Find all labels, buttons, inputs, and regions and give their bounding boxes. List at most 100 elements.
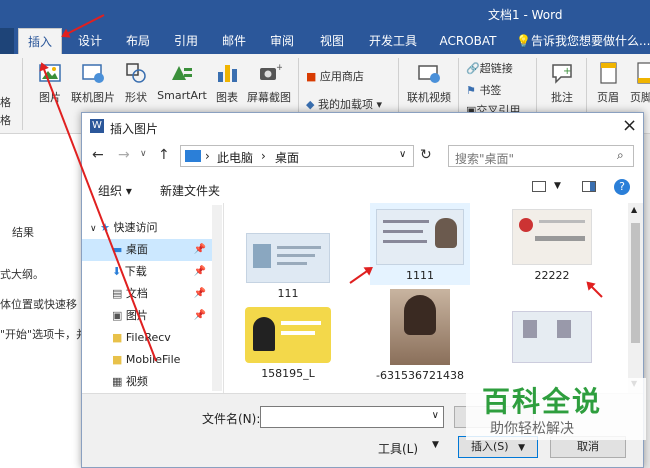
nav-desktop[interactable]: ▬ 桌面 📌 bbox=[82, 239, 212, 261]
tab-file-partial[interactable] bbox=[0, 28, 14, 54]
insert-dropdown-icon[interactable]: ▼ bbox=[518, 443, 525, 453]
shapes-button[interactable]: 形状 bbox=[118, 60, 154, 105]
forward-arrow-icon[interactable]: → bbox=[118, 147, 130, 163]
text-line-shape bbox=[277, 254, 315, 257]
hyperlink-button[interactable]: 🔗超链接 bbox=[466, 60, 513, 76]
hyperlink-label: 超链接 bbox=[479, 62, 513, 75]
up-arrow-icon[interactable]: ↑ bbox=[158, 147, 170, 163]
window-title: 文档1 - Word bbox=[488, 8, 563, 22]
online-picture-label: 联机图片 bbox=[71, 91, 115, 104]
file-item[interactable]: 158195_L bbox=[238, 301, 338, 391]
tab-insert[interactable]: 插入 bbox=[18, 28, 62, 54]
nav-downloads[interactable]: ⬇ 下载 📌 bbox=[82, 261, 212, 283]
search-placeholder: 搜索"桌面" bbox=[455, 152, 515, 166]
document-text-line: 体位置或快速移 bbox=[0, 298, 77, 311]
footer-label: 页脚 bbox=[630, 91, 650, 104]
header-button[interactable]: 页眉 bbox=[590, 60, 626, 105]
svg-text:+: + bbox=[563, 66, 571, 77]
tab-mailings[interactable]: 邮件 bbox=[214, 28, 254, 54]
portrait-shape bbox=[404, 295, 436, 335]
bookmark-button[interactable]: ⚑ 书签 bbox=[466, 82, 501, 98]
tools-menu[interactable]: 工具(L) bbox=[378, 440, 418, 457]
document-text-line: 式大纲。 bbox=[0, 268, 44, 281]
preview-pane-icon[interactable] bbox=[582, 181, 596, 192]
word-icon: W bbox=[90, 119, 104, 133]
file-thumbnail bbox=[390, 289, 450, 365]
nav-mobilefile[interactable]: ■ MobileFile bbox=[82, 349, 212, 371]
pin-icon[interactable]: 📌 bbox=[194, 239, 206, 261]
navigation-pane: ∨ ★ 快速访问 ▬ 桌面 📌 ⬇ 下载 📌 ▤ 文档 📌 ▣ 图片 📌 ■ F… bbox=[82, 203, 224, 393]
watermark-title: 百科全说 bbox=[482, 385, 603, 418]
filename-chevron-down-icon[interactable]: ∨ bbox=[432, 410, 439, 421]
nav-documents[interactable]: ▤ 文档 📌 bbox=[82, 283, 212, 305]
new-folder-button[interactable]: 新建文件夹 bbox=[160, 182, 220, 199]
address-chevron-down-icon[interactable]: ∨ bbox=[399, 149, 406, 160]
tools-dropdown-icon[interactable]: ▼ bbox=[432, 440, 439, 450]
file-item[interactable]: 111 bbox=[238, 213, 338, 303]
nav-pictures[interactable]: ▣ 图片 📌 bbox=[82, 305, 212, 327]
tab-layout[interactable]: 布局 bbox=[118, 28, 158, 54]
smartart-label: SmartArt bbox=[157, 89, 207, 102]
comment-label: 批注 bbox=[551, 91, 573, 104]
document-text-result: 结果 bbox=[12, 226, 34, 239]
tab-review[interactable]: 审阅 bbox=[262, 28, 302, 54]
search-input[interactable]: 搜索"桌面" ⌕ bbox=[448, 145, 634, 167]
file-item[interactable]: -631536721438 bbox=[370, 289, 470, 382]
organize-menu[interactable]: 组织 ▾ bbox=[98, 182, 132, 199]
refresh-icon[interactable]: ↻ bbox=[420, 147, 432, 163]
filename-input[interactable]: ∨ bbox=[260, 406, 444, 428]
filename-label: 文件名(N): bbox=[202, 412, 261, 426]
expand-chevron-icon: ∨ bbox=[90, 224, 97, 234]
my-addins-button[interactable]: ◆ 我的加载项 ▾ bbox=[306, 96, 382, 112]
portrait-shape bbox=[435, 218, 457, 248]
online-video-button[interactable]: 联机视频 bbox=[404, 60, 454, 105]
pin-icon[interactable]: 📌 bbox=[194, 261, 206, 283]
file-name: 1111 bbox=[406, 269, 434, 282]
link-icon: 🔗 bbox=[466, 62, 480, 75]
file-item-selected[interactable]: 1111 bbox=[370, 203, 470, 285]
tab-references[interactable]: 引用 bbox=[166, 28, 206, 54]
address-bar[interactable]: › 此电脑 › 桌面 ∨ bbox=[180, 145, 414, 167]
tab-acrobat[interactable]: ACROBAT bbox=[432, 28, 504, 54]
nav-scrollbar[interactable] bbox=[212, 205, 222, 391]
footer-button[interactable]: 页脚 bbox=[630, 60, 650, 105]
dialog-title-bar: W 插入图片 × bbox=[82, 113, 643, 141]
file-list-scrollbar[interactable]: ▲ ▼ bbox=[628, 203, 643, 393]
tab-design[interactable]: 设计 bbox=[70, 28, 110, 54]
store-icon: ■ bbox=[306, 70, 317, 83]
watermark: 百科全说 助你轻松解决 bbox=[466, 378, 646, 440]
breadcrumb-desktop[interactable]: 桌面 bbox=[275, 149, 299, 166]
watermark-subtitle: 助你轻松解决 bbox=[490, 421, 574, 437]
my-addins-label: 我的加载项 bbox=[317, 98, 373, 111]
app-store-button[interactable]: ■ 应用商店 bbox=[306, 68, 364, 84]
file-list: 111 1111 22222 158195_L -631536721438 bbox=[226, 203, 628, 393]
pin-icon[interactable]: 📌 bbox=[194, 305, 206, 327]
document-icon: ▤ bbox=[112, 287, 123, 300]
document-text-line: "开始"选项卡，并 bbox=[0, 328, 88, 341]
photo-placeholder bbox=[253, 244, 271, 268]
comment-button[interactable]: + 批注 bbox=[542, 60, 582, 105]
file-thumbnail bbox=[245, 307, 331, 363]
help-icon[interactable]: ? bbox=[614, 179, 630, 195]
chart-button[interactable]: 图表 bbox=[212, 60, 242, 105]
close-icon[interactable]: × bbox=[622, 115, 637, 136]
online-picture-button[interactable]: 联机图片 bbox=[68, 60, 118, 105]
nav-videos[interactable]: ▦ 视频 bbox=[82, 371, 212, 393]
folder-icon: ■ bbox=[112, 331, 123, 344]
breadcrumb-this-pc[interactable]: 此电脑 bbox=[217, 149, 253, 166]
scroll-up-icon[interactable]: ▲ bbox=[631, 205, 637, 214]
header-icon bbox=[600, 62, 617, 84]
pin-icon[interactable]: 📌 bbox=[194, 283, 206, 305]
smartart-button[interactable]: SmartArt bbox=[154, 60, 210, 102]
tab-view[interactable]: 视图 bbox=[310, 28, 354, 54]
tell-me-search[interactable]: 💡告诉我您想要做什么... bbox=[516, 28, 650, 54]
tab-developer[interactable]: 开发工具 bbox=[362, 28, 424, 54]
view-options-icon[interactable] bbox=[532, 181, 546, 192]
scroll-thumb[interactable] bbox=[631, 223, 640, 343]
back-arrow-icon[interactable]: ← bbox=[92, 147, 104, 163]
screenshot-button[interactable]: + 屏幕截图 bbox=[244, 60, 294, 105]
view-chevron-down-icon[interactable]: ▼ bbox=[554, 181, 561, 191]
bookmark-label: 书签 bbox=[479, 84, 502, 97]
recent-chevron-down-icon[interactable]: ∨ bbox=[140, 149, 147, 159]
title-bar: 文档1 - Word bbox=[0, 0, 650, 28]
